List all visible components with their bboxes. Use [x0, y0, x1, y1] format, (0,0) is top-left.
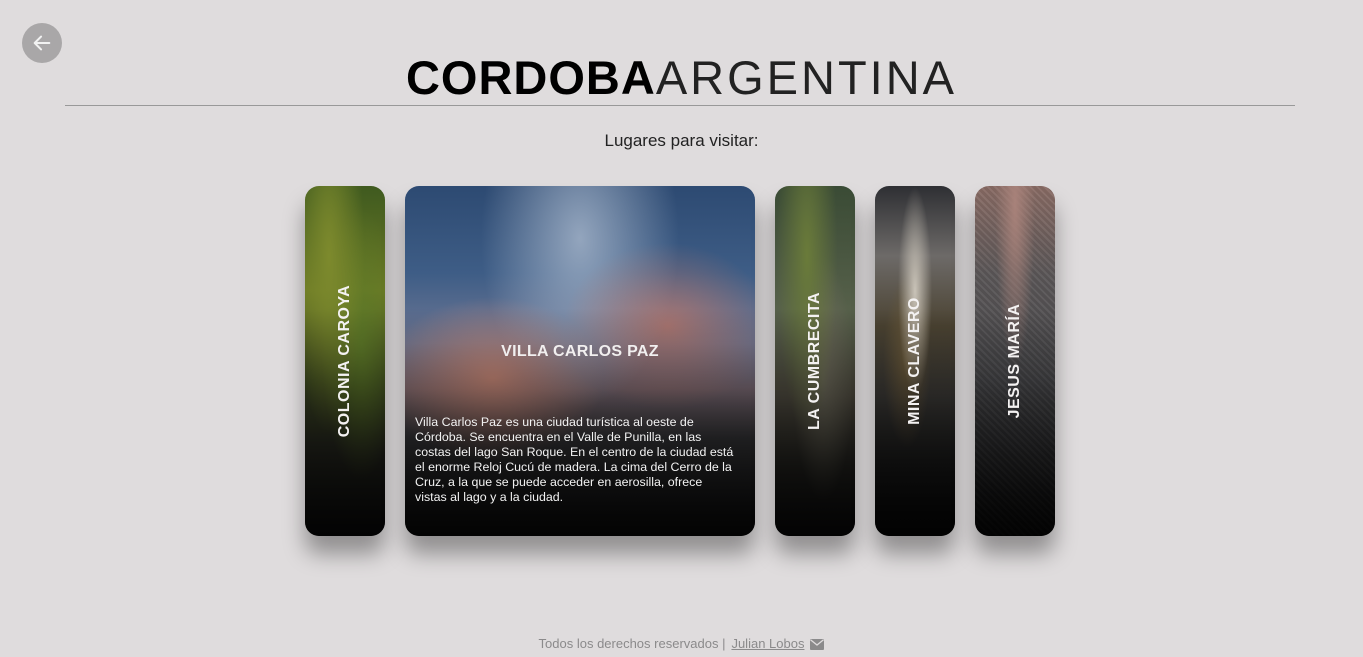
card-label: VILLA CARLOS PAZ	[501, 343, 659, 360]
card-description: Villa Carlos Paz es una ciudad turística…	[415, 415, 734, 504]
card-la-cumbrecita[interactable]: LA CUMBRECITA	[775, 186, 855, 536]
page-title: CORDOBAARGENTINA	[0, 48, 1363, 108]
footer: Todos los derechos reservados | Julian Lo…	[0, 636, 1363, 651]
title-divider	[65, 105, 1295, 106]
title-light: ARGENTINA	[655, 51, 958, 104]
card-label: COLONIA CAROYA	[336, 284, 353, 438]
card-label: MINA CLAVERO	[906, 297, 923, 425]
title-bold: CORDOBA	[405, 51, 656, 104]
card-colonia-caroya[interactable]: COLONIA CAROYA	[305, 186, 385, 536]
card-villa-carlos-paz[interactable]: VILLA CARLOS PAZ Villa Carlos Paz es una…	[405, 186, 755, 536]
card-label: JESUS MARÍA	[1006, 303, 1023, 419]
card-jesus-maria[interactable]: JESUS MARÍA	[975, 186, 1055, 536]
page-subtitle: Lugares para visitar:	[604, 131, 759, 150]
envelope-icon[interactable]	[810, 639, 825, 650]
footer-text: Todos los derechos reservados |	[538, 636, 726, 651]
author-link[interactable]: Julian Lobos	[731, 636, 804, 651]
card-label: LA CUMBRECITA	[806, 291, 823, 431]
places-gallery: COLONIA CAROYA VILLA CARLOS PAZ Villa Ca…	[305, 186, 1055, 536]
card-mina-clavero[interactable]: MINA CLAVERO	[875, 186, 955, 536]
